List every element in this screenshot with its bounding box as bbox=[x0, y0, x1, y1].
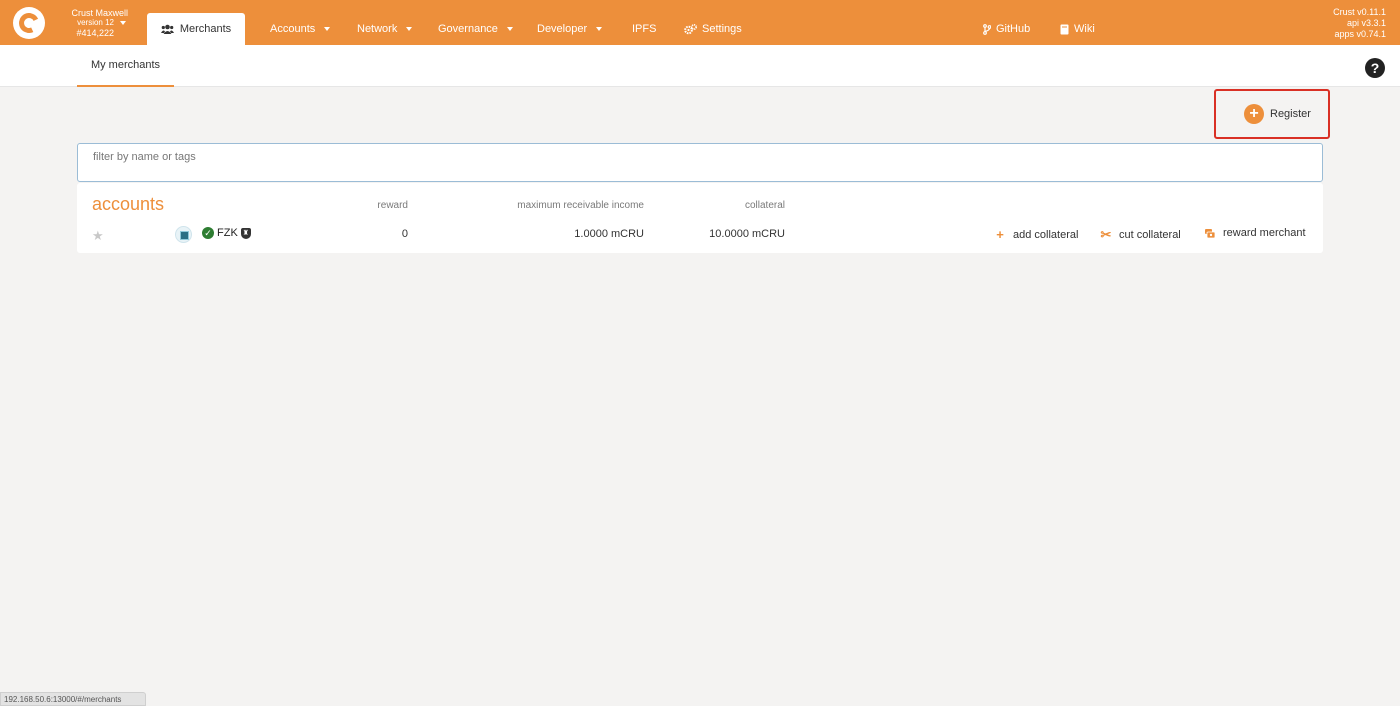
chain-selector[interactable]: Crust Maxwell version 12 #414,222 bbox=[52, 8, 128, 38]
add-collateral-label: add collateral bbox=[1013, 228, 1079, 241]
chain-version: version 12 bbox=[77, 18, 114, 27]
code-branch-icon bbox=[983, 23, 991, 35]
reward-merchant-button[interactable]: reward merchant bbox=[1204, 227, 1306, 239]
nav-wiki-label: Wiki bbox=[1074, 23, 1095, 35]
account-identity[interactable]: ✓ FZK ♜ bbox=[202, 227, 251, 239]
plus-circle-icon: + bbox=[1244, 104, 1264, 124]
chevron-down-icon bbox=[324, 27, 331, 31]
scissors-icon: ✂ bbox=[1100, 227, 1112, 242]
verified-check-icon: ✓ bbox=[202, 227, 214, 239]
chevron-down-icon bbox=[506, 27, 513, 31]
nav-github[interactable]: GitHub bbox=[983, 13, 1030, 45]
chevron-down-icon bbox=[596, 27, 603, 31]
nav-accounts-label: Accounts bbox=[270, 23, 316, 35]
nav-governance-label: Governance bbox=[438, 23, 498, 35]
gears-icon bbox=[684, 23, 697, 34]
users-icon bbox=[160, 24, 174, 34]
sub-nav: My merchants ? bbox=[0, 45, 1400, 87]
filter-box bbox=[77, 143, 1323, 182]
nav-settings[interactable]: Settings bbox=[684, 13, 742, 45]
shield-icon: ♜ bbox=[240, 227, 251, 239]
tab-merchants[interactable]: Merchants bbox=[147, 13, 245, 45]
column-header-income: maximum receivable income bbox=[517, 200, 644, 211]
star-icon[interactable]: ★ bbox=[92, 228, 104, 244]
nav-settings-label: Settings bbox=[702, 23, 742, 35]
book-icon bbox=[1060, 24, 1069, 34]
money-icon bbox=[1205, 228, 1216, 238]
nav-wiki[interactable]: Wiki bbox=[1060, 13, 1095, 45]
nav-accounts[interactable]: Accounts bbox=[270, 13, 331, 45]
api-version: api v3.3.1 bbox=[1346, 18, 1386, 28]
table-title: accounts bbox=[92, 194, 165, 214]
version-info: Crust v0.11.1 api v3.3.1 apps v0.74.1 bbox=[1333, 7, 1386, 40]
cell-collateral: 10.0000 mCRU bbox=[709, 228, 785, 240]
column-header-reward: reward bbox=[377, 200, 408, 211]
cell-income: 1.0000 mCRU bbox=[574, 228, 644, 240]
browser-status-url: 192.168.50.6:13000/#/merchants bbox=[0, 692, 146, 706]
account-name: FZK bbox=[217, 227, 238, 239]
chain-name: Crust Maxwell bbox=[71, 8, 128, 18]
cut-collateral-button[interactable]: ✂ cut collateral bbox=[1100, 227, 1181, 243]
nav-network-label: Network bbox=[357, 23, 398, 35]
help-icon[interactable]: ? bbox=[1365, 58, 1385, 78]
chevron-down-icon bbox=[406, 27, 413, 31]
filter-input[interactable] bbox=[93, 145, 1307, 169]
nav-network[interactable]: Network bbox=[357, 13, 413, 45]
crust-logo[interactable] bbox=[13, 7, 45, 39]
nav-ipfs[interactable]: IPFS bbox=[632, 13, 656, 45]
register-button[interactable]: + Register bbox=[1244, 104, 1311, 124]
chevron-down-icon bbox=[120, 21, 126, 25]
node-version: Crust v0.11.1 bbox=[1333, 7, 1386, 17]
cut-collateral-label: cut collateral bbox=[1119, 229, 1181, 241]
tab-my-merchants[interactable]: My merchants bbox=[77, 45, 174, 87]
nav-ipfs-label: IPFS bbox=[632, 23, 657, 35]
top-nav-bar: Crust Maxwell version 12 #414,222 Mercha… bbox=[0, 0, 1400, 45]
identicon-avatar[interactable] bbox=[175, 226, 192, 243]
nav-developer[interactable]: Developer bbox=[537, 13, 603, 45]
tab-merchants-label: Merchants bbox=[179, 23, 232, 35]
column-header-collateral: collateral bbox=[744, 200, 785, 211]
register-label: Register bbox=[1270, 108, 1311, 120]
nav-github-label: GitHub bbox=[996, 23, 1031, 35]
add-collateral-button[interactable]: + add collateral bbox=[994, 227, 1078, 242]
block-number: #414,222 bbox=[76, 28, 114, 38]
apps-version: apps v0.74.1 bbox=[1334, 29, 1386, 39]
nav-developer-label: Developer bbox=[537, 23, 588, 35]
accounts-table: accounts reward maximum receivable incom… bbox=[77, 183, 1323, 253]
cell-reward: 0 bbox=[401, 228, 408, 240]
reward-merchant-label: reward merchant bbox=[1223, 227, 1306, 239]
nav-governance[interactable]: Governance bbox=[438, 13, 513, 45]
plus-icon: + bbox=[996, 227, 1004, 242]
